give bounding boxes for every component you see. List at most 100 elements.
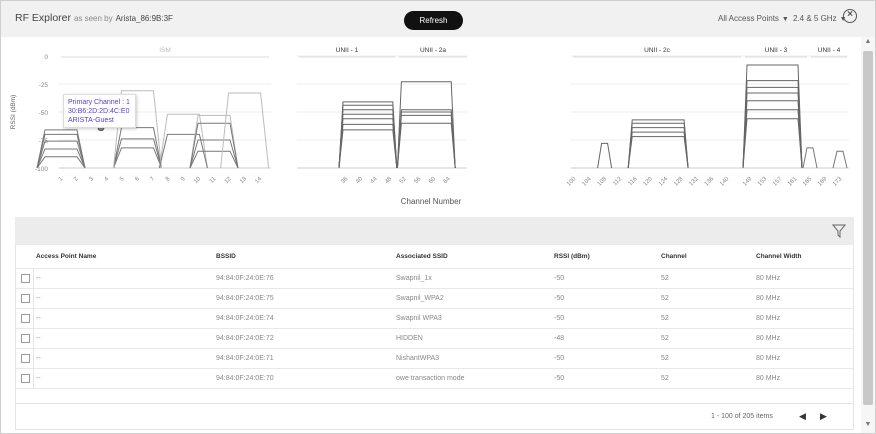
- table-row[interactable]: -- 94:84:0F:24:0E:76 Swapnil_1x -50 52 80 MHz: [16, 269, 853, 289]
- column-header-channel[interactable]: Channel: [661, 245, 687, 269]
- band-label: UNII - 4: [818, 47, 841, 54]
- row-checkbox[interactable]: [21, 314, 30, 323]
- cell-rssi: -48: [554, 335, 565, 342]
- scrollbar-thumb[interactable]: [863, 51, 873, 405]
- column-header-channel-width[interactable]: Channel Width: [756, 245, 801, 269]
- x-tick-label: 116: [628, 176, 639, 187]
- vertical-scrollbar[interactable]: ▲ ▼: [861, 37, 875, 433]
- tooltip-bssid: 30:B6:2D:2D:4C:E0: [68, 108, 130, 115]
- x-tick-label: 40: [355, 176, 364, 185]
- column-divider: [33, 309, 34, 329]
- table-row[interactable]: -- 94:84:0F:24:0E:70 owe transaction mode -…: [16, 369, 853, 389]
- signal-trace: [627, 122, 689, 169]
- signal-trace: [338, 129, 398, 169]
- x-tick-label: 44: [370, 176, 379, 185]
- x-tick-label: 64: [443, 176, 452, 185]
- band-label: ISM: [159, 47, 171, 54]
- cell-bssid: 94:84:0F:24:0E:70: [216, 375, 274, 382]
- cell-rssi: -50: [554, 375, 565, 382]
- pagination-bar: 1 - 100 of 205 items ◀ ▶: [15, 403, 854, 430]
- x-tick-label: 12: [224, 176, 233, 185]
- cell-bssid: 94:84:0F:24:0E:76: [216, 275, 274, 282]
- x-tick-label: 153: [757, 176, 769, 188]
- table-row[interactable]: -- 94:84:0F:24:0E:72 HIDDEN -48 52 80 MHz: [16, 329, 853, 349]
- signal-trace: [627, 119, 689, 169]
- signal-trace: [742, 118, 803, 169]
- cell-channel-width: 80 MHz: [756, 375, 781, 382]
- filter-icon[interactable]: [832, 224, 846, 238]
- scroll-up-icon[interactable]: ▲: [861, 38, 875, 45]
- row-checkbox[interactable]: [21, 354, 30, 363]
- column-header-ssid[interactable]: Associated SSID: [396, 245, 448, 269]
- cell-rssi: -50: [554, 295, 565, 302]
- signal-trace: [597, 142, 613, 169]
- signal-trace: [627, 131, 689, 169]
- x-tick-label: 2: [73, 176, 80, 183]
- scroll-down-icon[interactable]: ▼: [861, 421, 875, 428]
- x-tick-label: 10: [193, 176, 202, 185]
- signal-trace: [627, 127, 689, 169]
- cell-channel-width: 80 MHz: [756, 295, 781, 302]
- row-checkbox[interactable]: [21, 274, 30, 283]
- x-tick-label: 60: [428, 176, 437, 185]
- band-label: UNII - 3: [765, 47, 788, 54]
- row-checkbox[interactable]: [21, 294, 30, 303]
- cell-bssid: 94:84:0F:24:0E:72: [216, 335, 274, 342]
- cell-bssid: 94:84:0F:24:0E:71: [216, 355, 274, 362]
- rf-explorer-panel: RF Explorer as seen by Arista_86:9B:3F R…: [0, 0, 876, 434]
- previous-page-button[interactable]: ◀: [799, 411, 806, 422]
- x-tick-label: 169: [817, 176, 829, 188]
- x-tick-label: 173: [832, 176, 844, 188]
- signal-trace: [832, 150, 848, 169]
- band-filter[interactable]: 2.4 & 5 GHz ▼: [793, 14, 847, 23]
- x-tick-label: 104: [581, 176, 593, 188]
- y-tick-label: -50: [39, 110, 49, 117]
- band-label: UNII - 2c: [644, 47, 670, 54]
- cell-channel: 52: [661, 355, 669, 362]
- column-divider: [33, 329, 34, 349]
- cell-ssid: NishantWPA3: [396, 355, 440, 362]
- x-tick-label: 48: [384, 176, 393, 185]
- tooltip-channel: Primary Channel : 1: [68, 99, 130, 106]
- cell-channel: 52: [661, 275, 669, 282]
- close-icon[interactable]: ×: [843, 9, 857, 23]
- signal-trace: [627, 136, 689, 169]
- x-tick-label: 14: [254, 176, 263, 185]
- row-checkbox[interactable]: [21, 374, 30, 383]
- x-tick-label: 52: [399, 176, 408, 185]
- cell-channel: 52: [661, 335, 669, 342]
- signal-trace: [396, 122, 456, 169]
- subtitle-text: as seen by: [73, 14, 113, 23]
- access-point-filter[interactable]: All Access Points ▼: [718, 14, 789, 23]
- table-row[interactable]: -- 94:84:0F:24:0E:74 Swapnil WPA3 -50 52 80 M…: [16, 309, 853, 329]
- signal-trace: [742, 80, 803, 169]
- device-name: Arista_86:9B:3F: [115, 14, 173, 23]
- signal-trace: [338, 113, 398, 169]
- column-header-ap-name[interactable]: Access Point Name: [36, 245, 96, 269]
- cell-bssid: 94:84:0F:24:0E:74: [216, 315, 274, 322]
- cell-rssi: -50: [554, 355, 565, 362]
- column-header-rssi[interactable]: RSSI (dBm): [554, 245, 590, 269]
- x-tick-label: 165: [802, 176, 814, 188]
- signal-trace: [158, 113, 208, 169]
- x-tick-label: 136: [704, 176, 716, 188]
- x-tick-label: 8: [165, 176, 172, 183]
- x-tick-label: 149: [742, 176, 754, 188]
- row-checkbox[interactable]: [21, 334, 30, 343]
- table-header-row: Access Point Name BSSID Associated SSID …: [16, 245, 853, 269]
- cell-ssid: HIDDEN: [396, 335, 423, 342]
- y-tick-label: -25: [39, 82, 49, 89]
- cell-rssi: -50: [554, 275, 565, 282]
- refresh-button[interactable]: Refresh: [404, 11, 463, 30]
- table-row[interactable]: -- 94:84:0F:24:0E:71 NishantWPA3 -50 52 80 MH…: [16, 349, 853, 369]
- cell-ssid: Swapnil WPA3: [396, 315, 442, 322]
- signal-trace: [742, 100, 803, 169]
- cell-ap-name: --: [36, 335, 41, 342]
- x-tick-label: 13: [239, 176, 248, 185]
- next-page-button[interactable]: ▶: [820, 411, 827, 422]
- signal-trace: [189, 150, 239, 169]
- column-divider: [33, 349, 34, 369]
- column-header-bssid[interactable]: BSSID: [216, 245, 236, 269]
- table-row[interactable]: -- 94:84:0F:24:0E:75 Swapnil_WPA2 -50 52 80 M…: [16, 289, 853, 309]
- pagination-info: 1 - 100 of 205 items: [711, 413, 773, 420]
